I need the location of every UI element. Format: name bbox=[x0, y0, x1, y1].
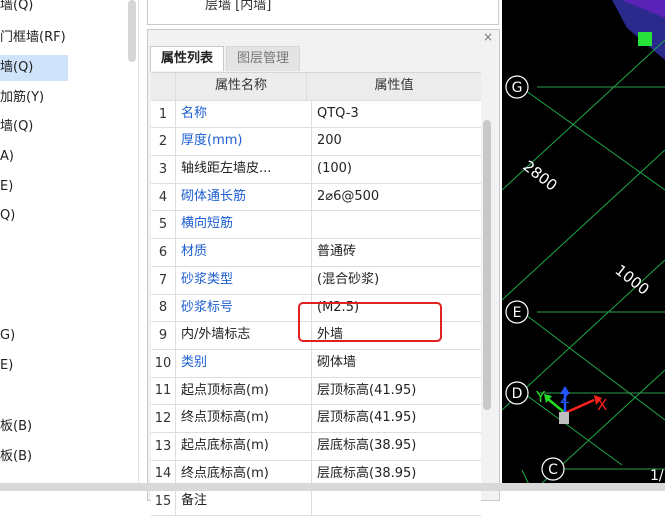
property-name: 砂浆类型 bbox=[175, 266, 311, 294]
property-name: 横向短筋 bbox=[175, 211, 311, 239]
row-number: 9 bbox=[158, 328, 168, 344]
y-axis-label: Y bbox=[535, 388, 546, 406]
status-bar bbox=[0, 483, 665, 491]
properties-panel: × 属性列表 图层管理 属性名称 属性值 1 名称 QTQ-3 2 厚度(mm) 200 3… bbox=[147, 29, 500, 516]
property-name: 内/外墙标志 bbox=[175, 322, 311, 349]
property-name: 终点顶标高(m) bbox=[175, 405, 311, 432]
annotation-highlight-box bbox=[298, 302, 442, 342]
row-number: 13 bbox=[154, 438, 172, 454]
tree-item[interactable]: Q) bbox=[0, 203, 68, 229]
property-value[interactable]: (100) bbox=[311, 156, 481, 183]
splitter[interactable] bbox=[138, 0, 139, 491]
tree-item-selected[interactable]: 墙(Q) bbox=[0, 55, 68, 81]
row-number: 8 bbox=[158, 300, 168, 316]
row-number: 11 bbox=[154, 383, 172, 399]
axis-label-e: E bbox=[513, 305, 522, 321]
column-header-name: 属性名称 bbox=[175, 73, 306, 100]
tree-item[interactable]: 墙(Q) bbox=[0, 114, 68, 140]
tab-layer-management[interactable]: 图层管理 bbox=[226, 46, 301, 71]
component-list-box: 层墙 [内墙] bbox=[147, 0, 499, 25]
row-number: 3 bbox=[158, 161, 168, 177]
tree-item[interactable]: 加筋(Y) bbox=[0, 85, 68, 111]
property-name: 轴线距左墙皮... bbox=[175, 156, 311, 183]
property-value[interactable]: 200 bbox=[311, 128, 481, 156]
cad-drawing-canvas[interactable]: G E D C 2800 1000 X Y Z 1/ bbox=[502, 0, 665, 491]
property-value[interactable]: 层顶标高(41.95) bbox=[311, 377, 481, 405]
property-row[interactable]: 2 厚度(mm) 200 bbox=[151, 128, 481, 157]
grid-header: 属性名称 属性值 bbox=[151, 73, 481, 101]
row-number: 1 bbox=[158, 106, 168, 122]
tab-property-list[interactable]: 属性列表 bbox=[150, 46, 225, 71]
tree-item[interactable]: 墙(Q) bbox=[0, 0, 68, 19]
tree-scrollbar[interactable] bbox=[128, 0, 136, 62]
axis-label-d: D bbox=[512, 386, 523, 402]
component-tree: 墙(Q) 门框墙(RF) 墙(Q) 加筋(Y) 墙(Q) A) E) Q) G)… bbox=[0, 0, 138, 491]
property-value[interactable] bbox=[311, 488, 481, 515]
property-name: 名称 bbox=[175, 100, 311, 128]
property-value[interactable]: 普通砖 bbox=[311, 239, 481, 266]
property-row[interactable]: 11 起点顶标高(m) 层顶标高(41.95) bbox=[151, 377, 481, 406]
property-name: 砂浆标号 bbox=[175, 294, 311, 322]
property-row[interactable]: 7 砂浆类型 (混合砂浆) bbox=[151, 266, 481, 295]
property-name: 砌体通长筋 bbox=[175, 183, 311, 211]
property-row[interactable]: 12 终点顶标高(m) 层顶标高(41.95) bbox=[151, 405, 481, 433]
cad-grid-drawing: G E D C 2800 1000 X Y Z 1/ bbox=[502, 0, 665, 491]
row-number: 6 bbox=[158, 244, 168, 260]
property-value[interactable]: (混合砂浆) bbox=[311, 266, 481, 294]
property-row[interactable]: 3 轴线距左墙皮... (100) bbox=[151, 156, 481, 184]
dimension-text: 2800 bbox=[520, 157, 561, 195]
row-number: 5 bbox=[158, 217, 168, 233]
property-row[interactable]: 4 砌体通长筋 2⌀6@500 bbox=[151, 183, 481, 212]
property-name: 材质 bbox=[175, 239, 311, 266]
property-name: 起点顶标高(m) bbox=[175, 377, 311, 405]
axis-label-g: G bbox=[512, 80, 523, 96]
property-row[interactable]: 6 材质 普通砖 bbox=[151, 239, 481, 267]
property-row[interactable]: 5 横向短筋 bbox=[151, 211, 481, 240]
property-row[interactable]: 15 备注 bbox=[151, 488, 481, 516]
property-row[interactable]: 1 名称 QTQ-3 bbox=[151, 100, 481, 129]
property-value[interactable]: 层顶标高(41.95) bbox=[311, 405, 481, 432]
tree-item[interactable]: 板(B) bbox=[0, 444, 68, 470]
property-value[interactable]: 层底标高(38.95) bbox=[311, 432, 481, 460]
property-name: 备注 bbox=[175, 488, 311, 515]
tree-item[interactable]: 门框墙(RF) bbox=[0, 25, 68, 51]
tree-item[interactable]: 板(B) bbox=[0, 414, 68, 440]
property-name: 厚度(mm) bbox=[175, 128, 311, 156]
property-value[interactable]: 2⌀6@500 bbox=[311, 183, 481, 211]
property-value[interactable]: QTQ-3 bbox=[311, 100, 481, 128]
property-name: 类别 bbox=[175, 349, 311, 377]
grid-scrollbar[interactable] bbox=[483, 120, 491, 410]
x-axis-label: X bbox=[597, 396, 607, 414]
row-number: 15 bbox=[154, 494, 172, 510]
row-number: 10 bbox=[154, 355, 172, 371]
property-row[interactable]: 13 起点底标高(m) 层底标高(38.95) bbox=[151, 432, 481, 461]
column-header-value: 属性值 bbox=[306, 73, 481, 100]
tree-item[interactable]: E) bbox=[0, 174, 68, 200]
ucs-icon: X Y Z bbox=[535, 386, 607, 424]
row-number: 7 bbox=[158, 272, 168, 288]
row-number: 2 bbox=[158, 134, 168, 150]
row-number: 12 bbox=[154, 411, 172, 427]
property-row[interactable]: 10 类别 砌体墙 bbox=[151, 349, 481, 378]
component-item[interactable]: 层墙 [内墙] bbox=[205, 0, 271, 13]
close-icon[interactable]: × bbox=[483, 31, 493, 43]
tree-item[interactable]: E) bbox=[0, 353, 68, 379]
row-number: 14 bbox=[154, 466, 172, 482]
green-marker bbox=[638, 32, 652, 46]
axis-label-c: C bbox=[548, 462, 558, 478]
property-value[interactable] bbox=[311, 211, 481, 239]
row-number: 4 bbox=[158, 189, 168, 205]
tree-item[interactable]: G) bbox=[0, 323, 68, 349]
property-value[interactable]: 砌体墙 bbox=[311, 349, 481, 377]
property-name: 起点底标高(m) bbox=[175, 432, 311, 460]
property-grid: 属性名称 属性值 1 名称 QTQ-3 2 厚度(mm) 200 3 轴线距左墙皮... (10… bbox=[151, 72, 481, 516]
corner-text: 1/ bbox=[650, 468, 664, 484]
z-axis-label: Z bbox=[560, 391, 570, 407]
tree-item[interactable]: A) bbox=[0, 144, 68, 170]
dimension-text: 1000 bbox=[612, 261, 653, 299]
